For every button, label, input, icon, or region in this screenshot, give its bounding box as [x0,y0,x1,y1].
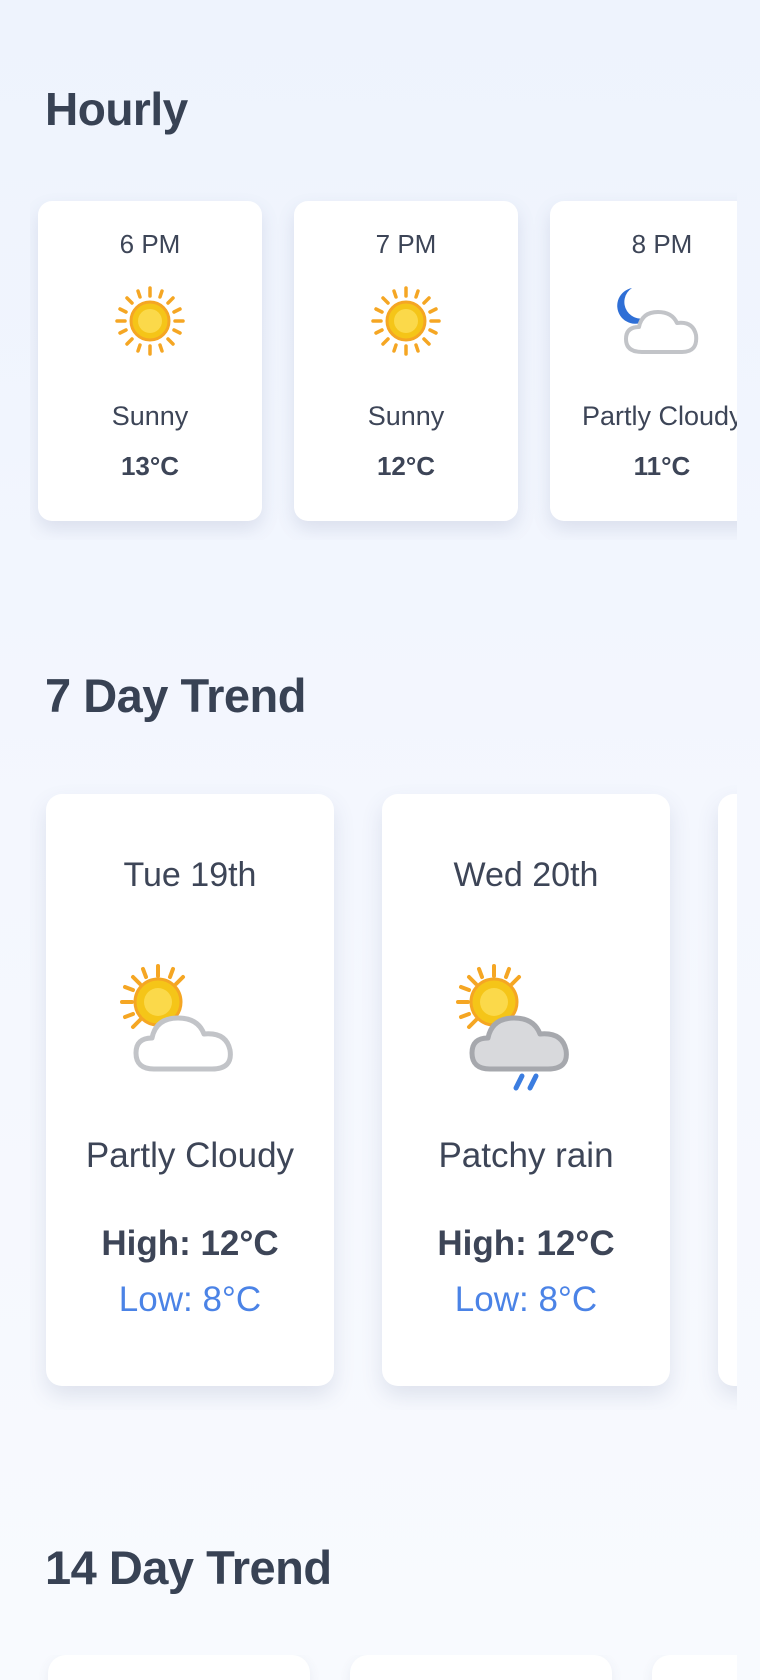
day-card[interactable] [350,1655,612,1680]
hour-condition: Sunny [111,401,189,431]
day-condition: Partly Cloudy [85,1136,295,1175]
hour-temperature: 11°C [633,451,691,481]
seven-day-title: 7 Day Trend [45,669,306,722]
sun-cloud-icon [120,964,233,1072]
hour-time: 7 PM [375,229,437,259]
hour-condition: Partly Cloudy [582,401,737,431]
hour-temperature: 13°C [120,451,180,481]
day-card[interactable] [652,1655,737,1680]
fourteen-day-title: 14 Day Trend [45,1541,332,1594]
hourly-card[interactable]: 6 PM Sunny 13°C [38,201,262,521]
fourteen-day-carousel[interactable] [30,1655,737,1680]
day-low-temp: Low: 8°C [118,1280,262,1319]
hour-temperature: 12°C [376,451,436,481]
day-date: Wed 20th [453,856,599,894]
hourly-title: Hourly [45,83,188,135]
hour-condition: Sunny [367,401,445,431]
day-high-temp: High: 12°C [101,1224,279,1263]
sun-icon [115,286,185,356]
hourly-carousel[interactable]: 6 PM Sunny 13°C 7 PM Sunny 12°C 8 PM Par… [30,190,737,540]
day-card[interactable] [48,1655,310,1680]
day-condition: Patchy rain [438,1136,614,1175]
moon-cloud-icon [617,288,699,354]
day-low-temp: Low: 8°C [454,1280,598,1319]
day-card[interactable]: Tue 19th Partly Cloudy High: 12°C Low: 8… [46,794,334,1386]
hour-time: 8 PM [631,229,693,259]
day-card[interactable] [718,794,737,1386]
hourly-card[interactable]: 8 PM Partly Cloudy 11°C [550,201,737,521]
day-date: Tue 19th [123,856,257,894]
sun-cloud-rain-icon [456,964,569,1091]
day-card[interactable]: Wed 20th Patchy rain High: 12°C Low: 8°C [382,794,670,1386]
day-high-temp: High: 12°C [437,1224,615,1263]
seven-day-carousel[interactable]: Tue 19th Partly Cloudy High: 12°C Low: 8… [30,780,737,1410]
sun-icon [371,286,441,356]
hour-time: 6 PM [119,229,181,259]
hourly-card[interactable]: 7 PM Sunny 12°C [294,201,518,521]
